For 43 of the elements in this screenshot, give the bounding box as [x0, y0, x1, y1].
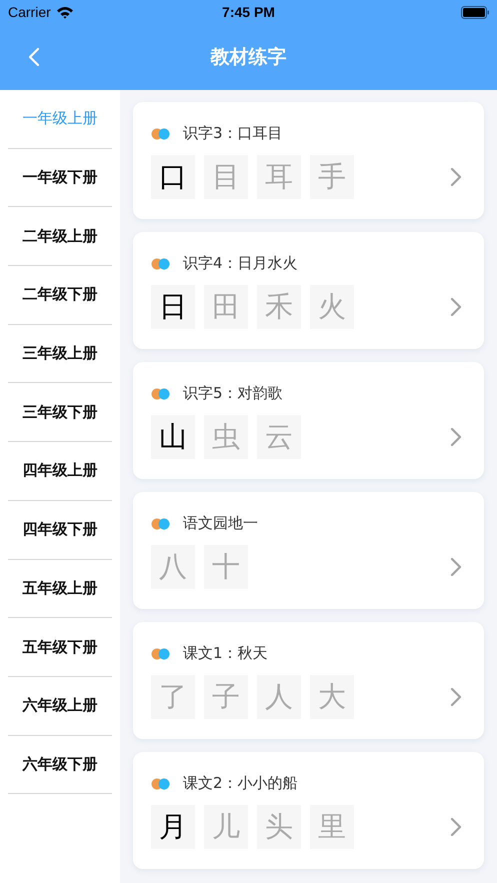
lesson-card[interactable]: 识字5：对韵歌 山 虫 云 — [133, 362, 484, 479]
dots-icon — [151, 258, 171, 270]
grade-tab[interactable]: 五年级下册 — [22, 638, 98, 657]
lesson-card[interactable]: 识字3：口耳目 口 目 耳 手 — [133, 102, 484, 219]
grade-tab[interactable]: 二年级上册 — [22, 226, 98, 246]
grade-tab[interactable]: 六年级上册 — [22, 696, 98, 716]
chevron-right-icon — [450, 557, 462, 577]
dots-icon — [151, 128, 171, 140]
grade-tab[interactable]: 三年级下册 — [22, 402, 98, 422]
lesson-card[interactable]: 课文2：小小的船 月 儿 头 里 — [133, 752, 484, 869]
dots-icon — [151, 648, 171, 660]
character-tile[interactable]: 月 — [151, 805, 195, 849]
grade-tab[interactable]: 六年级下册 — [22, 754, 98, 774]
character-tile[interactable]: 口 — [151, 155, 195, 199]
chevron-right-icon — [450, 817, 462, 837]
dots-icon — [151, 778, 171, 790]
lesson-title: 识字5：对韵歌 — [183, 384, 283, 403]
lesson-title: 课文1：秋天 — [183, 644, 268, 663]
grade-tab[interactable]: 二年级下册 — [22, 285, 98, 304]
character-tile[interactable]: 山 — [151, 415, 195, 459]
lesson-card[interactable]: 识字4：日月水火 日 田 禾 火 — [133, 232, 484, 349]
back-icon[interactable] — [28, 47, 40, 67]
grade-tab[interactable]: 三年级上册 — [22, 344, 98, 364]
chevron-right-icon — [450, 687, 462, 707]
page-title: 教材练字 — [210, 45, 286, 70]
carrier-text: Carrier — [8, 4, 51, 20]
clock-text: 7:45 PM — [222, 4, 275, 20]
chevron-right-icon — [450, 167, 462, 187]
lesson-title: 课文2：小小的船 — [183, 774, 298, 793]
character-tile[interactable]: 日 — [151, 285, 195, 329]
battery-icon — [461, 6, 489, 18]
grade-tab[interactable]: 四年级上册 — [22, 461, 98, 480]
lesson-title: 语文园地一 — [183, 514, 258, 533]
dots-icon — [151, 518, 171, 530]
chevron-right-icon — [450, 427, 462, 447]
lesson-title: 识字3：口耳目 — [183, 124, 283, 143]
grade-tab[interactable]: 五年级上册 — [22, 578, 98, 598]
lesson-title: 识字4：日月水火 — [183, 254, 298, 273]
grade-tab[interactable]: 一年级下册 — [22, 168, 98, 188]
dots-icon — [151, 388, 171, 400]
grade-tab[interactable]: 四年级下册 — [22, 520, 98, 540]
chevron-right-icon — [450, 297, 462, 317]
wifi-icon — [56, 6, 74, 18]
